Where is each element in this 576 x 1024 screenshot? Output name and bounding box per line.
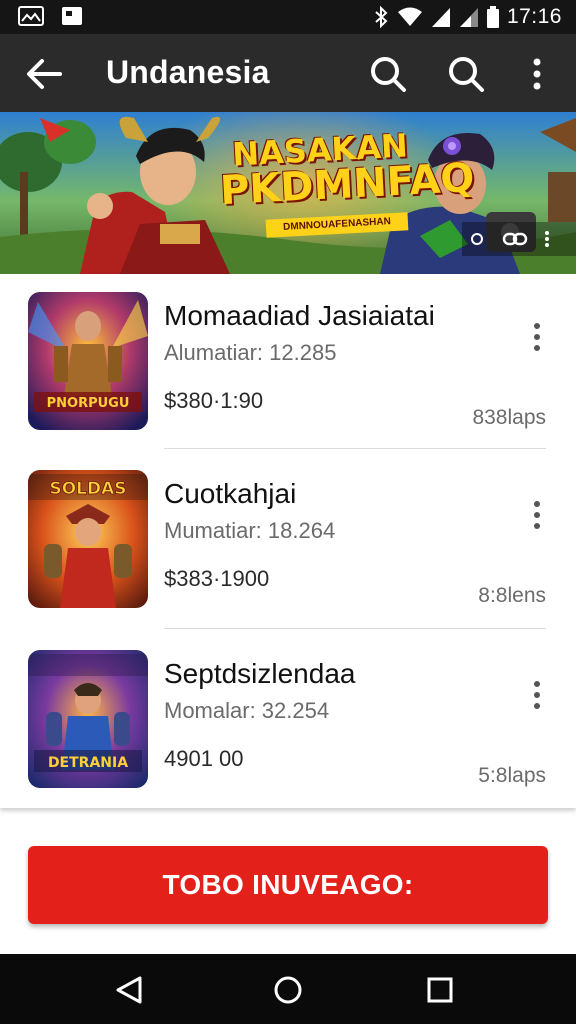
nav-back-button[interactable] [112, 974, 148, 1006]
promo-banner[interactable]: NASAKAN PKDMNFAQ DMNNOUAFENASHAN [0, 112, 576, 274]
system-nav-bar [0, 954, 576, 1024]
back-arrow-icon [27, 59, 62, 89]
signal-icon [459, 8, 478, 27]
pause-icon[interactable] [470, 232, 484, 246]
status-time: 17:16 [506, 5, 562, 28]
item-price: $383·1900 [164, 566, 270, 591]
more-vert-icon [534, 681, 540, 709]
item-more-button[interactable] [526, 320, 548, 354]
status-bar: 17:16 [0, 0, 576, 34]
item-meta: 5:8laps [478, 764, 546, 787]
bluetooth-icon [375, 6, 388, 28]
banner-title-line2: PKDMNFAQ [218, 154, 476, 215]
banner-title: NASAKAN PKDMNFAQ [219, 126, 476, 214]
item-more-button[interactable] [526, 498, 548, 532]
back-button[interactable] [22, 52, 66, 96]
item-title: Septdsizlendaa [164, 658, 356, 689]
link-icon[interactable] [502, 230, 528, 248]
item-subtitle: Momalar: 32.254 [164, 698, 330, 723]
item-meta: 8:8lens [478, 584, 546, 607]
nav-recents-icon [427, 977, 453, 1003]
more-vert-icon[interactable] [542, 230, 552, 248]
overflow-menu-button[interactable] [520, 52, 554, 96]
search-button-secondary[interactable] [444, 52, 488, 96]
photo-icon [62, 7, 82, 25]
item-price: $380·1:90 [164, 388, 264, 413]
item-price: 4901 00 [164, 746, 244, 771]
battery-icon [486, 6, 499, 28]
search-icon [449, 57, 484, 92]
list-item[interactable]: SOLDAS Cuotkahjai Mumatiar: 18.264 $383·… [0, 452, 576, 630]
game-thumbnail: PNORPUGU [28, 292, 148, 430]
item-meta: 838laps [472, 406, 546, 429]
more-vert-icon [533, 58, 541, 90]
list-item[interactable]: DETRANIA Septdsizlendaa Momalar: 32.254 … [0, 632, 576, 810]
primary-action-button[interactable]: TOBO INUVEAGO: [28, 846, 548, 924]
app-bar: Undanesia [0, 34, 576, 112]
wifi-icon [397, 7, 422, 26]
item-subtitle: Mumatiar: 18.264 [164, 518, 336, 543]
game-thumbnail: DETRANIA [28, 650, 148, 788]
item-title: Cuotkahjai [164, 478, 297, 509]
bottom-action-area: TOBO INUVEAGO: [0, 818, 576, 954]
search-button[interactable] [366, 52, 410, 96]
nav-recents-button[interactable] [424, 974, 456, 1006]
nav-back-icon [116, 976, 142, 1004]
search-icon [371, 57, 406, 92]
thumb-label: SOLDAS [49, 479, 126, 499]
nav-home-button[interactable] [270, 972, 306, 1008]
app-screen: 17:16 Undanesia NASAKAN PKDMNFAQ DMNNOUA… [0, 0, 576, 1024]
nav-home-icon [274, 976, 302, 1004]
more-vert-icon [534, 323, 540, 351]
banner-controls [462, 222, 576, 256]
item-subtitle: Alumatiar: 12.285 [164, 340, 337, 365]
signal-icon [431, 8, 450, 27]
page-title: Undanesia [106, 54, 270, 90]
game-thumbnail: SOLDAS [28, 470, 148, 608]
more-vert-icon [534, 501, 540, 529]
item-more-button[interactable] [526, 678, 548, 712]
list-item[interactable]: PNORPUGU Momaadiad Jasiaiatai Alumatiar:… [0, 274, 576, 452]
divider [164, 448, 546, 449]
image-icon [18, 6, 44, 26]
item-title: Momaadiad Jasiaiatai [164, 300, 435, 331]
game-list: PNORPUGU Momaadiad Jasiaiatai Alumatiar:… [0, 274, 576, 808]
thumb-label: DETRANIA [48, 755, 128, 771]
divider [164, 628, 546, 629]
thumb-label: PNORPUGU [47, 396, 130, 411]
